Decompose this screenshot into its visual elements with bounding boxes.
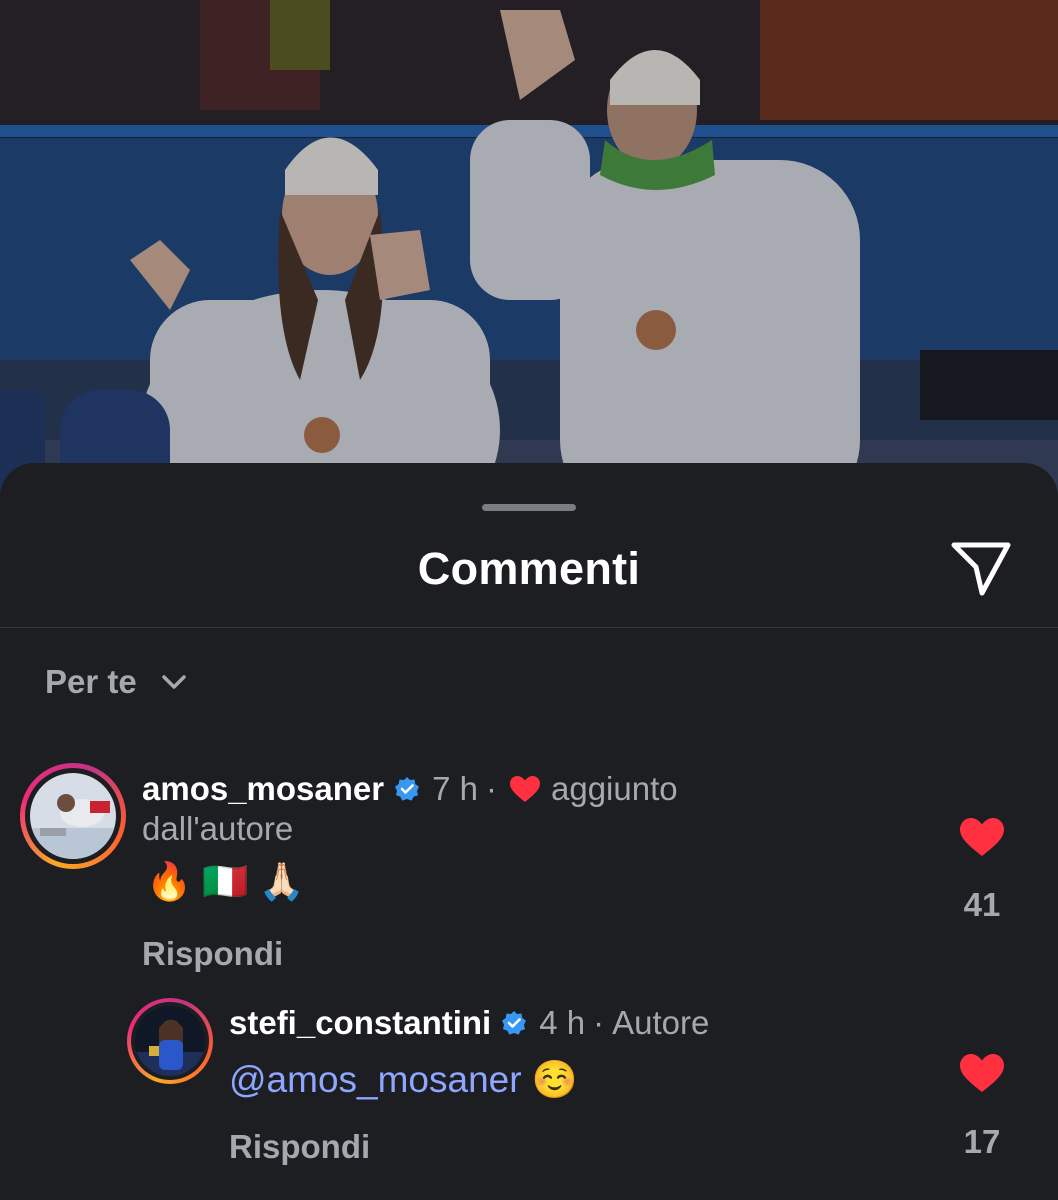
verified-badge-icon: [502, 1011, 527, 1035]
heart-icon: [510, 776, 540, 802]
paper-plane-icon: [951, 542, 1011, 596]
comment-time: 7 h: [432, 770, 478, 807]
heart-icon[interactable]: [959, 817, 1005, 857]
reply-emoji: ☺️: [531, 1059, 578, 1100]
comment-time: 4 h: [539, 1004, 586, 1041]
chevron-down-icon: [161, 675, 186, 689]
reply-header: stefi_constantini 4 h · Autore: [229, 1003, 709, 1043]
like-count: 41: [963, 886, 1001, 923]
reply-button[interactable]: Rispondi: [229, 1128, 370, 1166]
sheet-title: Commenti: [417, 543, 641, 594]
avatar-image: [30, 773, 116, 859]
heart-icon[interactable]: [959, 1053, 1005, 1093]
author-badge: Autore: [612, 1004, 710, 1041]
comment-username[interactable]: stefi_constantini: [229, 1003, 491, 1043]
header-divider: [0, 627, 1058, 628]
avatar[interactable]: [135, 1006, 205, 1076]
avatar[interactable]: [30, 773, 116, 859]
sheet-drag-handle[interactable]: [482, 504, 576, 511]
comment-header: amos_mosaner 7 h · aggiunto: [142, 769, 678, 809]
sort-label: Per te: [45, 663, 137, 700]
meta-separator: ·: [486, 770, 497, 807]
reply-button[interactable]: Rispondi: [142, 935, 283, 973]
mention-link[interactable]: @amos_mosaner: [229, 1059, 522, 1100]
comments-sheet: Commenti Per te amos_mosaner 7 h · aggiu…: [0, 463, 1058, 1200]
comment-text: 🔥 🇮🇹 🙏🏻: [146, 861, 305, 902]
liked-by-author-label: aggiunto: [551, 770, 678, 807]
sort-selector[interactable]: Per te: [45, 663, 187, 701]
post-photo: [0, 0, 1058, 520]
meta-separator: ·: [593, 1004, 605, 1041]
avatar-image: [135, 1006, 205, 1076]
comment-username[interactable]: amos_mosaner: [142, 769, 384, 809]
verified-badge-icon: [395, 777, 420, 801]
like-count: 17: [963, 1123, 1001, 1160]
share-button[interactable]: [948, 537, 1014, 599]
reply-text: @amos_mosaner ☺️: [229, 1059, 578, 1102]
liked-by-author-label-cont: dall'autore: [142, 810, 294, 847]
